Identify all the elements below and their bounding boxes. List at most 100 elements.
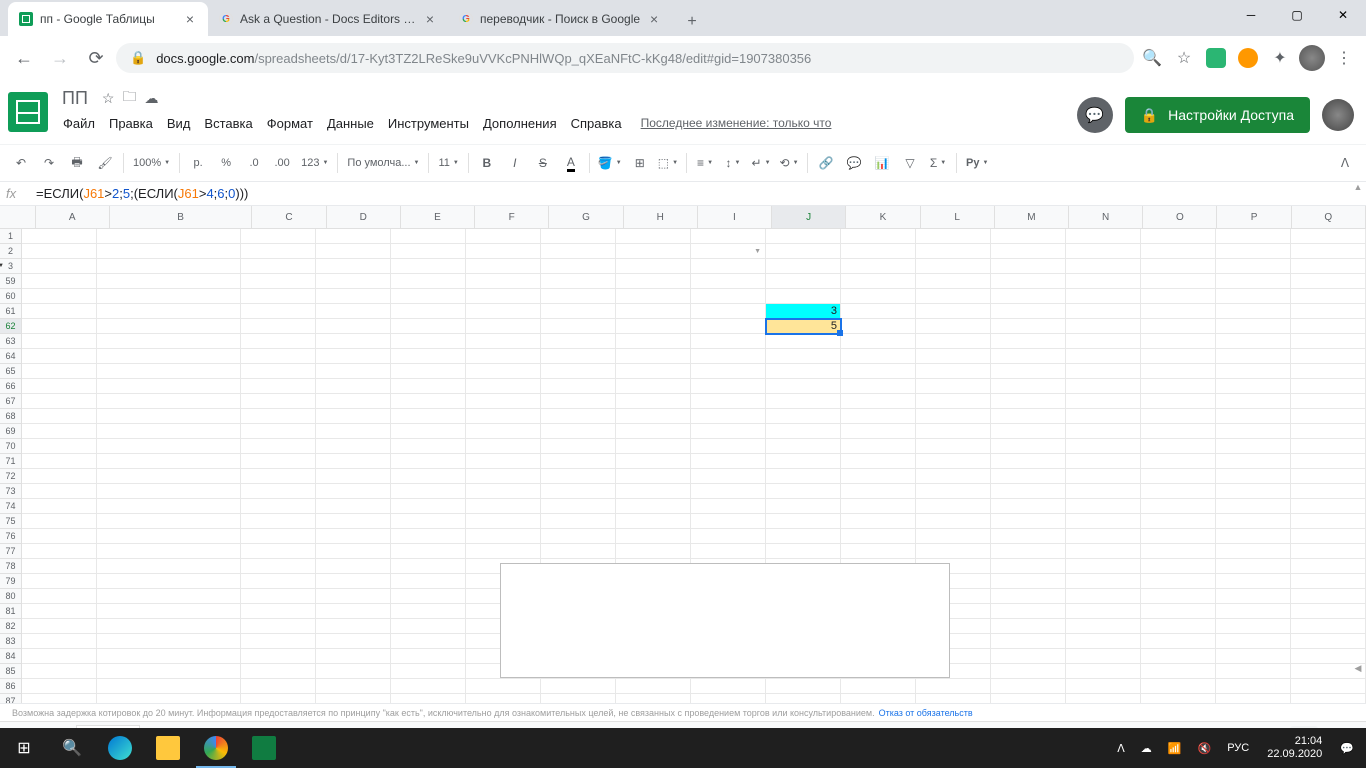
cell[interactable] [916,454,991,469]
cell[interactable] [766,259,841,274]
cell[interactable] [316,634,391,649]
cell[interactable] [991,379,1066,394]
cell[interactable] [691,334,766,349]
cell[interactable] [391,604,466,619]
cell[interactable] [316,619,391,634]
merge-button[interactable]: ⬚ [655,150,681,176]
cell[interactable] [316,544,391,559]
cell[interactable] [391,499,466,514]
comments-button[interactable]: 💬 [1077,97,1113,133]
cell[interactable] [22,244,97,259]
cell[interactable] [466,364,541,379]
cell[interactable] [616,439,691,454]
row-header[interactable]: 77 [0,544,21,559]
cell[interactable] [541,379,616,394]
star-icon[interactable]: ☆ [102,90,115,107]
cell[interactable] [691,544,766,559]
cell[interactable] [391,289,466,304]
column-header[interactable]: A [36,206,110,228]
cell[interactable] [841,469,916,484]
cell[interactable] [1066,559,1141,574]
document-title[interactable]: ПП [56,86,94,111]
row-header[interactable]: 84 [0,649,21,664]
cell[interactable] [616,364,691,379]
window-close[interactable]: ✕ [1320,0,1366,30]
row-header[interactable]: 60 [0,289,21,304]
cell[interactable]: 5 [766,319,841,334]
row-header[interactable]: 82 [0,619,21,634]
functions-button[interactable]: Σ [925,150,951,176]
cell[interactable] [766,409,841,424]
cell[interactable] [316,394,391,409]
cell[interactable] [1216,679,1291,694]
menu-file[interactable]: Файл [56,112,102,135]
taskbar-chrome[interactable] [192,728,240,768]
cell[interactable] [241,244,316,259]
wrap-button[interactable]: ↵ [748,150,774,176]
cell[interactable] [691,469,766,484]
cell[interactable] [316,304,391,319]
cell[interactable] [991,454,1066,469]
cell[interactable] [1141,319,1216,334]
cell[interactable] [241,364,316,379]
cell[interactable] [391,694,466,703]
cell[interactable] [241,469,316,484]
column-header[interactable]: P [1217,206,1291,228]
cell[interactable] [241,319,316,334]
cell[interactable] [316,694,391,703]
cell[interactable] [991,244,1066,259]
cell[interactable] [391,634,466,649]
cell[interactable] [916,259,991,274]
cell[interactable] [841,364,916,379]
cell[interactable] [916,349,991,364]
cell[interactable] [97,619,241,634]
cell[interactable] [22,439,97,454]
cell[interactable] [391,334,466,349]
cell[interactable] [1066,319,1141,334]
cell[interactable] [466,529,541,544]
cell[interactable] [541,679,616,694]
cell[interactable] [1066,289,1141,304]
cell[interactable] [541,319,616,334]
search-button[interactable]: 🔍 [48,728,96,768]
cell[interactable] [991,574,1066,589]
cell[interactable] [1066,484,1141,499]
cell[interactable] [1141,424,1216,439]
cell[interactable] [316,349,391,364]
cell[interactable] [916,544,991,559]
cell[interactable] [1141,544,1216,559]
row-header[interactable]: 85 [0,664,21,679]
cell[interactable] [616,694,691,703]
cell[interactable] [1141,304,1216,319]
cell[interactable] [466,319,541,334]
comment-button[interactable]: 💬 [841,150,867,176]
cell[interactable] [916,514,991,529]
cell[interactable] [1066,589,1141,604]
cell[interactable] [691,364,766,379]
cell[interactable] [316,514,391,529]
cell[interactable] [841,259,916,274]
chart-object[interactable] [500,563,950,678]
cell[interactable] [22,694,97,703]
cell[interactable] [22,604,97,619]
cell[interactable] [22,319,97,334]
cell[interactable] [466,499,541,514]
cell[interactable] [97,694,241,703]
row-header[interactable]: 69 [0,424,21,439]
cell[interactable] [1141,559,1216,574]
cell[interactable] [541,394,616,409]
row-header[interactable]: 87 [0,694,21,703]
cell[interactable] [241,229,316,244]
cell[interactable] [841,244,916,259]
cell[interactable] [391,229,466,244]
cell[interactable] [97,439,241,454]
menu-data[interactable]: Данные [320,112,381,135]
row-header[interactable]: 68 [0,409,21,424]
cell[interactable] [241,334,316,349]
cell[interactable] [541,349,616,364]
move-icon[interactable]: 🗀 [122,86,136,110]
menu-help[interactable]: Справка [564,112,629,135]
cell[interactable] [1066,664,1141,679]
cell[interactable] [97,424,241,439]
cell[interactable] [22,424,97,439]
